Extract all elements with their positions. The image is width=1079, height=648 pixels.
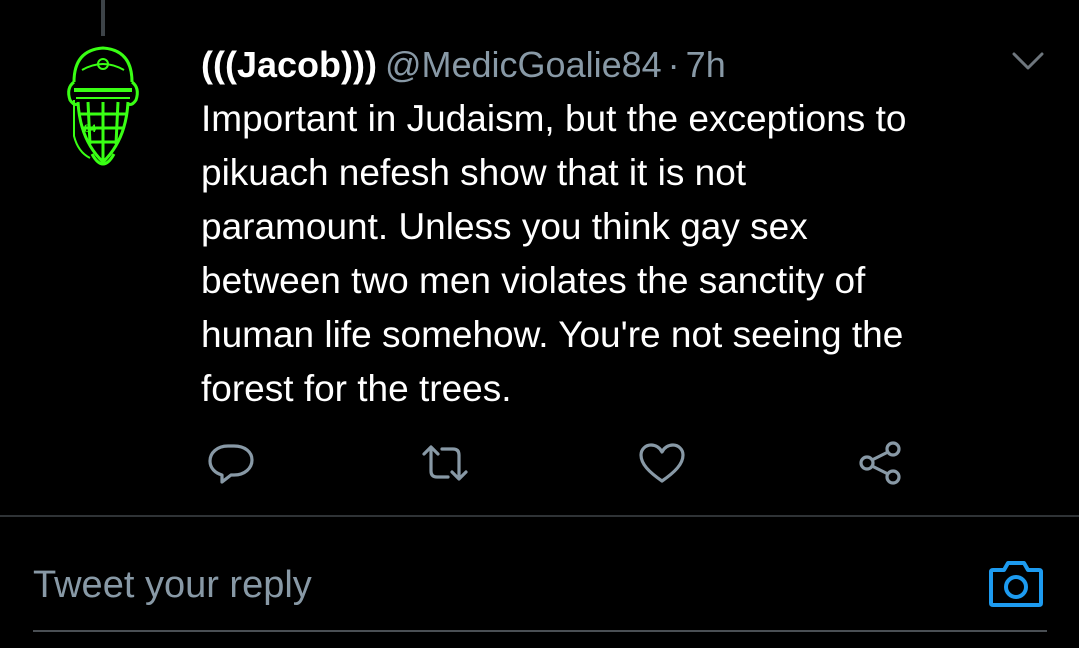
camera-icon[interactable]: [987, 556, 1045, 610]
display-name[interactable]: (((Jacob))): [201, 44, 377, 85]
retweet-icon[interactable]: [420, 440, 470, 486]
separator-dot: ·: [667, 44, 680, 85]
tweet-text-line: pikuach nefesh show that it is not: [201, 152, 747, 193]
tweet-text-line: forest for the trees.: [201, 368, 512, 409]
tweet-header: (((Jacob))) @MedicGoalie84 · 7h: [201, 42, 726, 88]
tweet-timestamp[interactable]: 7h: [686, 44, 726, 85]
tweet-text-line: paramount. Unless you think gay sex: [201, 206, 808, 247]
avatar-number: 84: [84, 121, 96, 135]
reply-input-underline: [33, 630, 1047, 632]
tweet-text-line: Important in Judaism, but the exceptions…: [201, 98, 907, 139]
tweet-text-line: human life somehow. You're not seeing th…: [201, 314, 904, 355]
tweet-text: Important in Judaism, but the exceptions…: [201, 92, 1031, 416]
section-divider: [0, 515, 1079, 517]
share-icon[interactable]: [856, 440, 906, 486]
tweet-reply-screen: 84 (((Jacob))) @MedicGoalie84 · 7h Importan…: [0, 0, 1079, 648]
goalie-mask-icon: [67, 46, 139, 166]
tweet-text-line: between two men violates the sanctity of: [201, 260, 866, 301]
thread-connector-line: [101, 0, 105, 36]
comment-icon[interactable]: [206, 440, 256, 486]
avatar[interactable]: 84: [44, 40, 162, 190]
chevron-down-icon[interactable]: [1010, 48, 1046, 74]
heart-icon[interactable]: [637, 440, 687, 486]
reply-input[interactable]: [33, 558, 933, 612]
user-handle[interactable]: @MedicGoalie84: [385, 44, 662, 85]
